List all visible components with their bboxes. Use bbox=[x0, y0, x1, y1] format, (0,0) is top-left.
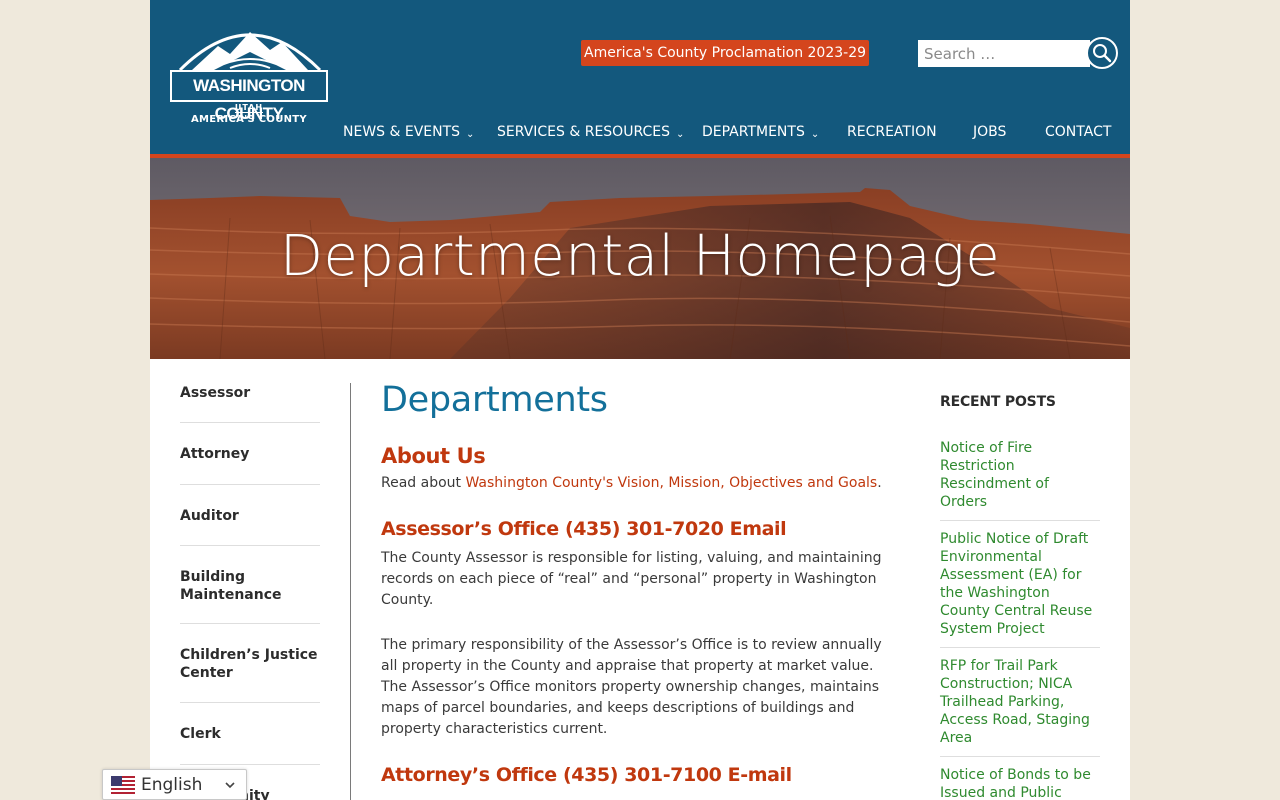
sidebar-item-attorney[interactable]: Attorney bbox=[180, 423, 320, 485]
nav-services-resources[interactable]: SERVICES & RESOURCES ⌄ bbox=[497, 118, 684, 148]
page-title: Departments bbox=[381, 380, 608, 420]
nav-contact[interactable]: CONTACT bbox=[1045, 118, 1111, 146]
sidebar-item-building-maintenance[interactable]: Building Maintenance bbox=[180, 546, 320, 624]
chevron-down-icon: ⌄ bbox=[466, 129, 475, 140]
sidebar-item-clerk[interactable]: Clerk bbox=[180, 703, 320, 765]
nav-jobs[interactable]: JOBS bbox=[973, 118, 1006, 146]
hero-banner: Departmental Homepage bbox=[150, 158, 1130, 359]
nav-label: NEWS & EVENTS bbox=[343, 124, 461, 140]
mountain-logo-icon bbox=[178, 32, 322, 72]
recent-posts-widget: RECENT POSTS Notice of Fire Restriction … bbox=[940, 392, 1100, 800]
attorney-heading: Attorney’s Office (435) 301-7100 E-mail bbox=[381, 764, 792, 786]
sidebar-item-auditor[interactable]: Auditor bbox=[180, 485, 320, 546]
main-content: Departments About Us Read about Washingt… bbox=[381, 376, 901, 789]
proclamation-link[interactable]: America's County Proclamation 2023-29 bbox=[581, 40, 870, 66]
vision-mission-link[interactable]: Washington County's Vision, Mission, Obj… bbox=[465, 475, 877, 491]
chevron-down-icon bbox=[225, 782, 235, 789]
logo-name: WASHINGTON COUNTY bbox=[170, 70, 328, 123]
nav-recreation[interactable]: RECREATION bbox=[847, 118, 937, 146]
recent-post-link[interactable]: Public Notice of Draft Environmental Ass… bbox=[940, 521, 1100, 648]
language-label: English bbox=[141, 774, 203, 795]
logo-tagline: AMERICA'S COUNTY bbox=[191, 114, 307, 125]
page-container: WASHINGTON COUNTY UTAH AMERICA'S COUNTY … bbox=[150, 0, 1130, 800]
about-heading: About Us bbox=[381, 444, 486, 468]
nav-label: RECREATION bbox=[847, 124, 937, 140]
search-button[interactable] bbox=[1086, 37, 1118, 69]
banner-title: Departmental Homepage bbox=[279, 224, 1001, 289]
logo-state: UTAH bbox=[234, 103, 264, 113]
sidebar-item-childrens-justice-center[interactable]: Children’s Justice Center bbox=[180, 624, 320, 703]
nav-label: DEPARTMENTS bbox=[702, 124, 805, 140]
sidebar-divider bbox=[350, 383, 351, 800]
nav-label: JOBS bbox=[973, 124, 1007, 140]
recent-post-link[interactable]: Notice of Bonds to be Issued and Public … bbox=[940, 757, 1100, 800]
recent-post-link[interactable]: Notice of Fire Restriction Rescindment o… bbox=[940, 439, 1100, 521]
chevron-down-icon: ⌄ bbox=[810, 129, 820, 140]
nav-departments[interactable]: DEPARTMENTS ⌄ bbox=[702, 118, 819, 148]
nav-label: SERVICES & RESOURCES bbox=[497, 124, 670, 140]
department-sidebar: Assessor Attorney Auditor Building Maint… bbox=[180, 369, 320, 800]
us-flag-icon bbox=[111, 775, 135, 794]
search-icon bbox=[1093, 44, 1112, 63]
recent-post-link[interactable]: RFP for Trail Park Construction; NICA Tr… bbox=[940, 648, 1100, 757]
assessor-heading: Assessor’s Office (435) 301-7020 Email bbox=[381, 518, 787, 540]
search-input[interactable] bbox=[918, 40, 1090, 67]
site-header: WASHINGTON COUNTY UTAH AMERICA'S COUNTY … bbox=[150, 0, 1130, 154]
sidebar-item-assessor[interactable]: Assessor bbox=[180, 369, 320, 423]
chevron-down-icon: ⌄ bbox=[676, 129, 685, 140]
about-text-prefix: Read about bbox=[381, 475, 466, 491]
county-logo[interactable]: WASHINGTON COUNTY UTAH AMERICA'S COUNTY bbox=[170, 18, 330, 128]
about-text-suffix: . bbox=[877, 475, 882, 491]
language-selector[interactable]: English bbox=[102, 769, 247, 800]
assessor-paragraph-1: The County Assessor is responsible for l… bbox=[381, 550, 882, 608]
nav-label: CONTACT bbox=[1045, 124, 1112, 140]
assessor-paragraph-2: The primary responsibility of the Assess… bbox=[381, 637, 882, 737]
recent-posts-heading: RECENT POSTS bbox=[940, 394, 1056, 410]
about-paragraph: Read about Washington County's Vision, M… bbox=[381, 473, 901, 494]
nav-news-events[interactable]: NEWS & EVENTS ⌄ bbox=[343, 118, 474, 148]
